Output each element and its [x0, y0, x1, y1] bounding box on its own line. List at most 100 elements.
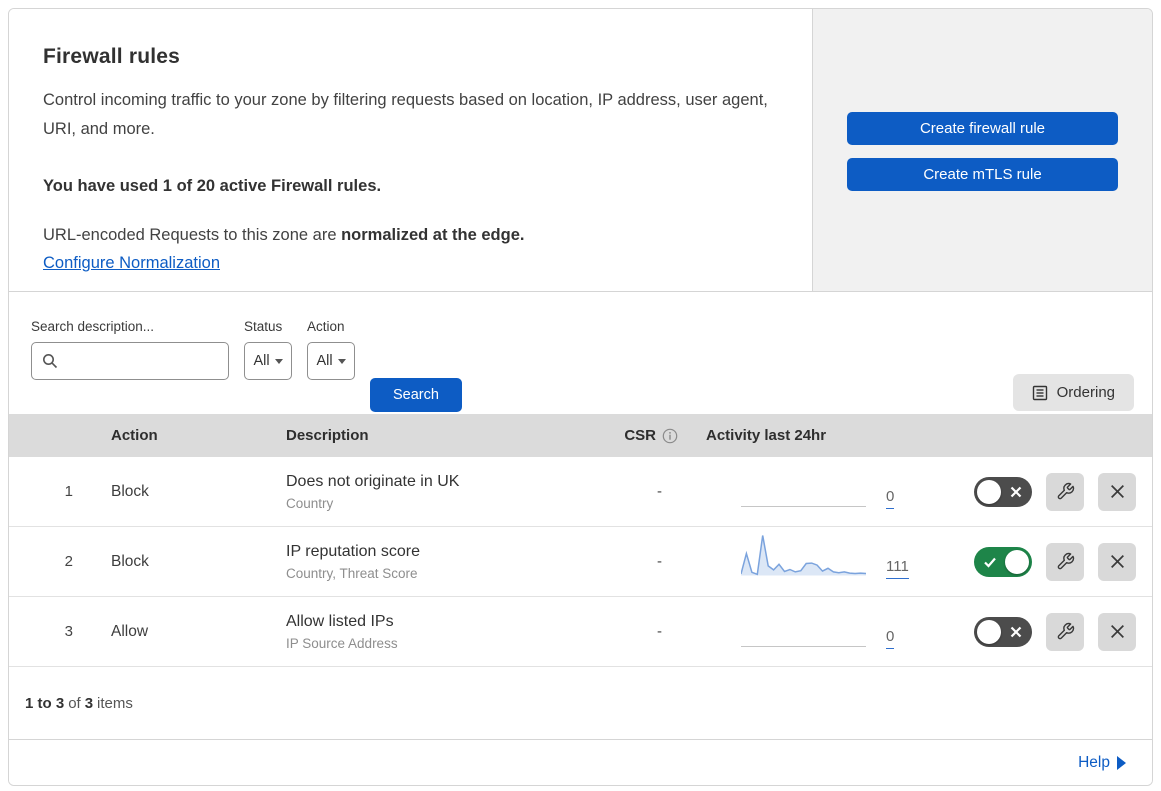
delete-rule-button[interactable]	[1098, 612, 1136, 651]
rule-csr-value: -	[657, 623, 662, 640]
items-text: items	[97, 694, 133, 712]
configure-normalization-link[interactable]: Configure Normalization	[43, 254, 220, 273]
firewall-rules-card: Firewall rules Control incoming traffic …	[8, 8, 1153, 786]
delete-rule-button[interactable]	[1098, 472, 1136, 511]
rule-priority: 2	[64, 553, 73, 570]
toggle-knob	[977, 619, 1001, 644]
item-range: 1 to 3	[25, 694, 65, 712]
intro-section: Firewall rules Control incoming traffic …	[9, 9, 1152, 292]
action-column-header: Action	[111, 427, 158, 444]
search-input-wrapper[interactable]	[31, 342, 229, 380]
activity-sparkline	[740, 531, 867, 577]
flat-activity-line	[741, 646, 866, 647]
usage-summary: You have used 1 of 20 active Firewall ru…	[43, 177, 382, 195]
close-icon	[1110, 625, 1124, 638]
rule-csr-value: -	[657, 483, 662, 500]
rule-action: Allow	[111, 622, 149, 640]
edit-rule-button[interactable]	[1046, 542, 1084, 581]
status-filter-group: Status All	[244, 319, 292, 380]
rule-activity-cell: 111	[686, 531, 931, 592]
rule-csr-value: -	[657, 553, 662, 570]
rule-description-cell: Does not originate in UK Country	[286, 473, 591, 511]
action-label: Action	[307, 319, 345, 334]
chevron-down-icon	[274, 358, 283, 364]
pagination-summary: 1 to 3 of 3 items	[9, 667, 1152, 740]
rule-activity-cell: 0	[686, 461, 931, 522]
wrench-icon	[1057, 482, 1074, 500]
wrench-icon	[1057, 622, 1074, 640]
action-select[interactable]: All	[307, 342, 355, 380]
filter-bar: Search description... Status All Action	[9, 292, 1152, 414]
rule-priority: 1	[64, 483, 73, 500]
close-icon	[1110, 485, 1124, 498]
action-filter-group: Action All	[307, 319, 355, 380]
rule-enabled-toggle[interactable]	[974, 616, 1032, 647]
help-link[interactable]: Help	[1078, 754, 1126, 772]
search-label: Search description...	[31, 319, 155, 334]
normalization-bold: normalized at the edge.	[341, 226, 525, 244]
chevron-down-icon	[337, 358, 346, 364]
description-column-header: Description	[286, 427, 369, 444]
create-mtls-rule-button[interactable]: Create mTLS rule	[847, 158, 1118, 191]
wrench-icon	[1057, 552, 1074, 570]
toggle-knob	[1005, 549, 1029, 574]
flat-activity-line	[741, 506, 866, 507]
search-input[interactable]	[66, 353, 218, 369]
create-firewall-rule-button[interactable]: Create firewall rule	[847, 112, 1118, 145]
rule-enabled-toggle[interactable]	[974, 546, 1032, 577]
rule-criteria: Country, Threat Score	[286, 565, 418, 581]
search-button[interactable]: Search	[370, 378, 462, 412]
rule-controls	[931, 612, 1152, 651]
ordering-label: Ordering	[1056, 384, 1115, 401]
activity-count-link[interactable]: 111	[886, 559, 909, 579]
rule-description-cell: Allow listed IPs IP Source Address	[286, 613, 591, 651]
actions-panel: Create firewall rule Create mTLS rule	[812, 9, 1152, 291]
item-total: 3	[84, 694, 94, 712]
action-selected-value: All	[316, 353, 333, 369]
table-row: 2 Block IP reputation score Country, Thr…	[9, 527, 1152, 597]
activity-sparkline	[741, 601, 866, 647]
x-mark-icon	[1010, 486, 1022, 497]
page-description: Control incoming traffic to your zone by…	[43, 91, 768, 138]
rule-description: Allow listed IPs	[286, 612, 394, 630]
activity-count-link[interactable]: 0	[886, 629, 895, 649]
arrow-right-icon	[1117, 755, 1126, 770]
edit-rule-button[interactable]	[1046, 612, 1084, 651]
rule-criteria: IP Source Address	[286, 635, 398, 651]
rule-action: Block	[111, 482, 149, 500]
activity-column-header: Activity last 24hr	[706, 427, 827, 444]
rule-activity-cell: 0	[686, 601, 931, 662]
intro-text-panel: Firewall rules Control incoming traffic …	[9, 9, 812, 291]
delete-rule-button[interactable]	[1098, 542, 1136, 581]
rule-description: Does not originate in UK	[286, 472, 460, 490]
rule-controls	[931, 542, 1152, 581]
status-selected-value: All	[253, 353, 270, 369]
rule-enabled-toggle[interactable]	[974, 476, 1032, 507]
csr-header-label: CSR	[624, 427, 656, 444]
rule-description-cell: IP reputation score Country, Threat Scor…	[286, 543, 591, 581]
help-label: Help	[1078, 753, 1110, 771]
status-select[interactable]: All	[244, 342, 292, 380]
toggle-knob	[977, 479, 1001, 504]
firewall-rules-page: Firewall rules Control incoming traffic …	[0, 0, 1161, 791]
help-bar: Help	[9, 740, 1152, 785]
search-icon	[43, 354, 58, 369]
csr-column-header: CSR	[591, 427, 686, 444]
rule-priority: 3	[64, 623, 73, 640]
normalization-note: URL-encoded Requests to this zone are no…	[43, 226, 778, 245]
ordering-list-icon	[1032, 385, 1047, 400]
table-header: Action Description CSR Activity last 24h…	[9, 414, 1152, 457]
check-icon	[984, 557, 996, 568]
rule-criteria: Country	[286, 495, 334, 511]
info-icon[interactable]	[662, 428, 678, 444]
rule-description: IP reputation score	[286, 542, 421, 560]
activity-sparkline	[741, 461, 866, 507]
edit-rule-button[interactable]	[1046, 472, 1084, 511]
rule-action: Block	[111, 552, 149, 570]
activity-count-link[interactable]: 0	[886, 489, 895, 509]
page-title: Firewall rules	[43, 45, 181, 68]
table-row: 1 Block Does not originate in UK Country…	[9, 457, 1152, 527]
x-mark-icon	[1010, 626, 1022, 637]
status-label: Status	[244, 319, 283, 334]
ordering-button[interactable]: Ordering	[1012, 374, 1134, 411]
